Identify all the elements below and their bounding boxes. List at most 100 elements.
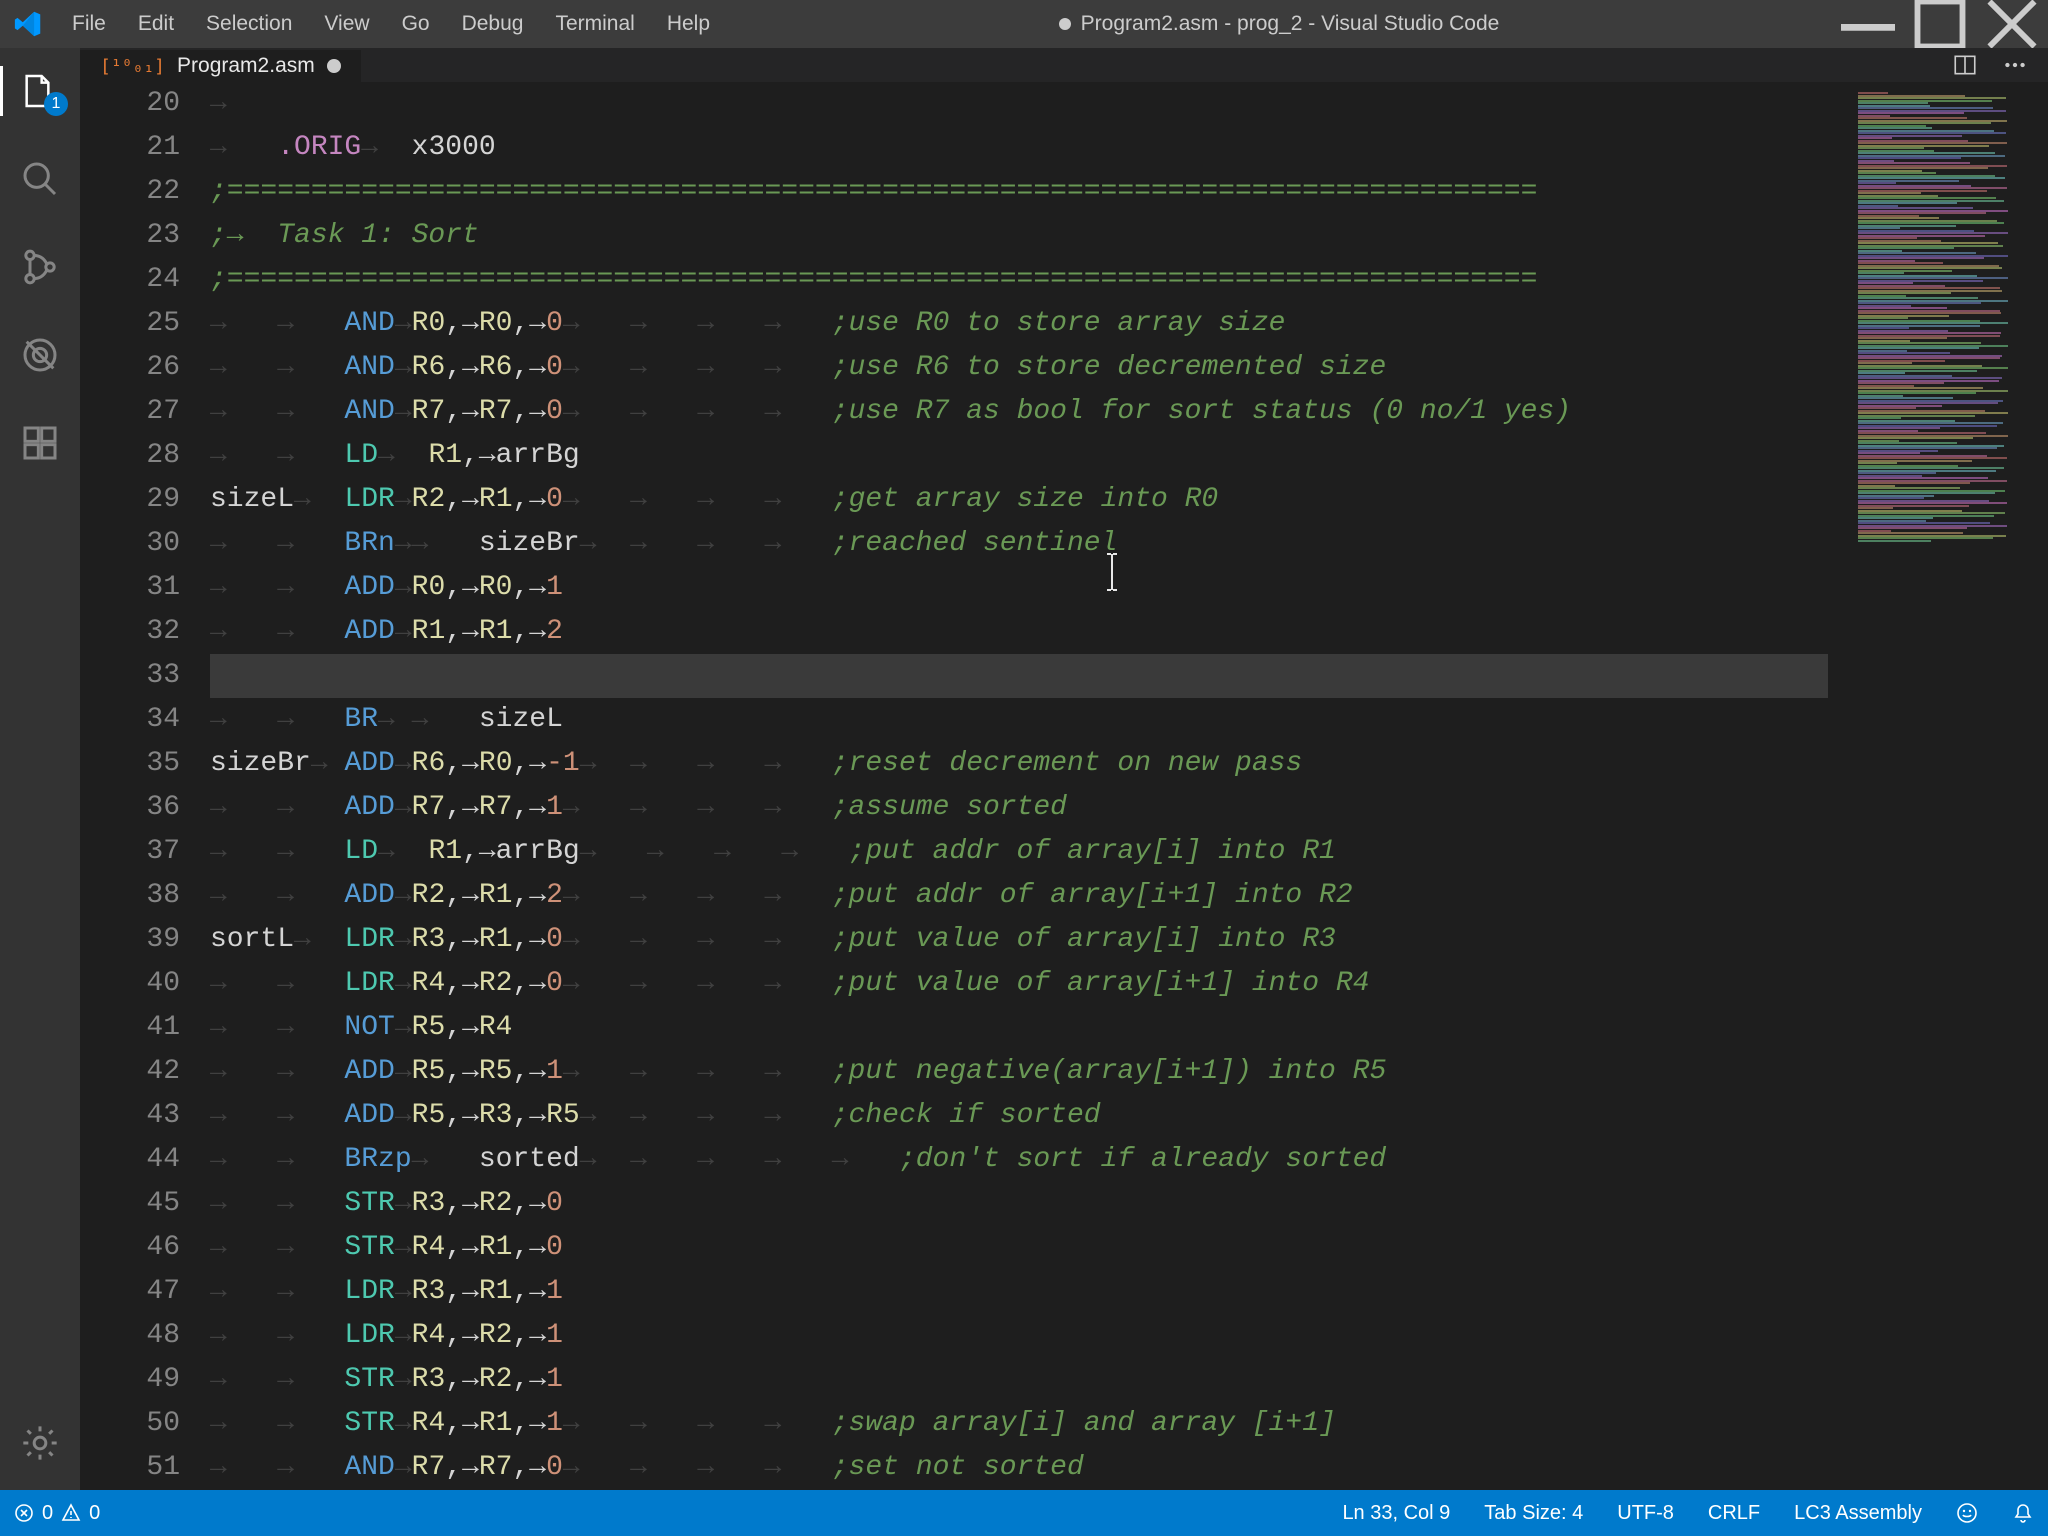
minimize-button[interactable] [1832,0,1904,48]
code-line[interactable]: → → BRn→→ sizeBr→ → → → ;reached sentine… [210,522,1828,566]
status-eol[interactable]: CRLF [1708,1502,1760,1525]
tab-filename: Program2.asm [177,54,315,78]
code-line[interactable]: → → AND→R0,→R0,→0→ → → → ;use R0 to stor… [210,302,1828,346]
line-number: 40 [80,962,180,1006]
line-number: 36 [80,786,180,830]
line-number: 27 [80,390,180,434]
status-encoding[interactable]: UTF-8 [1617,1502,1674,1525]
activity-debug[interactable] [0,324,80,386]
code-line[interactable]: → [210,82,1828,126]
status-indent[interactable]: Tab Size: 4 [1484,1502,1583,1525]
minimap[interactable] [1848,82,2048,1490]
status-lang[interactable]: LC3 Assembly [1794,1502,1922,1525]
line-number: 44 [80,1138,180,1182]
line-number: 28 [80,434,180,478]
status-bell-icon[interactable] [2012,1502,2034,1524]
activity-search[interactable] [0,148,80,210]
line-number: 24 [80,258,180,302]
line-number: 34 [80,698,180,742]
split-editor-icon[interactable] [1952,52,1978,78]
line-number: 20 [80,82,180,126]
maximize-button[interactable] [1904,0,1976,48]
code-line[interactable]: → → STR→R4,→R1,→0 [210,1226,1828,1270]
code-line[interactable]: → → LDR→R3,→R1,→1 [210,1270,1828,1314]
activity-scm[interactable] [0,236,80,298]
code-line[interactable]: → → STR→R4,→R1,→1→ → → → ;swap array[i] … [210,1402,1828,1446]
code-line[interactable]: → → LDR→R4,→R2,→1 [210,1314,1828,1358]
code-line[interactable]: sizeBr→ ADD→R6,→R0,→-1→ → → → ;reset dec… [210,742,1828,786]
tab-bar: [¹⁰₀₁] Program2.asm [80,48,2048,82]
code-line[interactable]: ;=======================================… [210,258,1828,302]
line-number: 29 [80,478,180,522]
asm-file-icon: [¹⁰₀₁] [100,56,165,77]
line-gutter: 2021222324252627282930313233343536373839… [80,82,210,1490]
line-number: 46 [80,1226,180,1270]
line-number: 22 [80,170,180,214]
line-number: 30 [80,522,180,566]
menu-debug[interactable]: Debug [446,0,540,48]
code-line[interactable]: ;=======================================… [210,170,1828,214]
editor-group: [¹⁰₀₁] Program2.asm 20212223242526272829… [80,48,2048,1490]
code-line[interactable]: → → ADD→R0,→R0,→1 [210,566,1828,610]
editor[interactable]: 2021222324252627282930313233343536373839… [80,82,2048,1490]
code-line[interactable]: → → ADD→R5,→R5,→1→ → → → ;put negative(a… [210,1050,1828,1094]
line-number: 41 [80,1006,180,1050]
line-number: 51 [80,1446,180,1490]
activity-explorer[interactable]: 1 [0,60,80,122]
error-icon [14,1503,34,1523]
line-number: 32 [80,610,180,654]
code-line[interactable]: → → LD→ R1,→arrBg→ → → → ;put addr of ar… [210,830,1828,874]
code-line[interactable]: → → BRzp→ sorted→ → → → → ;don't sort if… [210,1138,1828,1182]
warning-icon [61,1503,81,1523]
menu-file[interactable]: File [56,0,122,48]
line-number: 25 [80,302,180,346]
code-line[interactable]: sizeL→ LDR→R2,→R1,→0→ → → → ;get array s… [210,478,1828,522]
code-line[interactable]: → → ADD→R1,→R1,→2 [210,610,1828,654]
title-bar: File Edit Selection View Go Debug Termin… [0,0,2048,48]
code-line[interactable]: → → ADD→R2,→R1,→2→ → → → ;put addr of ar… [210,874,1828,918]
code-line[interactable]: → → NOT→R5,→R4 [210,1006,1828,1050]
code-line[interactable]: ;→ Task 1: Sort [210,214,1828,258]
code-line[interactable]: → → BR→ → sizeL [210,698,1828,742]
code-line[interactable]: → → AND→R6,→R6,→0→ → → → ;use R6 to stor… [210,346,1828,390]
more-actions-icon[interactable] [2002,52,2028,78]
code-line[interactable]: → → LD→ R1,→arrBg [210,434,1828,478]
code-line[interactable]: → → AND→R7,→R7,→0→ → → → ;set not sorted [210,1446,1828,1490]
line-number: 42 [80,1050,180,1094]
code-line[interactable]: → → ADD→R7,→R7,→1→ → → → ;assume sorted [210,786,1828,830]
code-line[interactable] [210,654,1828,698]
code-line[interactable]: → → STR→R3,→R2,→0 [210,1182,1828,1226]
code-line[interactable]: → → AND→R7,→R7,→0→ → → → ;use R7 as bool… [210,390,1828,434]
code-line[interactable]: → .ORIG→ x3000 [210,126,1828,170]
line-number: 35 [80,742,180,786]
close-button[interactable] [1976,0,2048,48]
menu-view[interactable]: View [308,0,385,48]
line-number: 37 [80,830,180,874]
dirty-indicator-icon [1059,18,1071,30]
code-line[interactable]: sortL→ LDR→R3,→R1,→0→ → → → ;put value o… [210,918,1828,962]
status-feedback-icon[interactable] [1956,1502,1978,1524]
code-line[interactable]: → → LDR→R4,→R2,→0→ → → → ;put value of a… [210,962,1828,1006]
code-line[interactable]: → → STR→R3,→R2,→1 [210,1358,1828,1402]
menu-go[interactable]: Go [386,0,446,48]
line-number: 33 [80,654,180,698]
activity-extensions[interactable] [0,412,80,474]
line-number: 45 [80,1182,180,1226]
code-line[interactable]: → → ADD→R5,→R3,→R5→ → → → ;check if sort… [210,1094,1828,1138]
code-area[interactable]: → → .ORIG→ x3000;=======================… [210,82,2048,1490]
menu-help[interactable]: Help [651,0,726,48]
menu-selection[interactable]: Selection [190,0,308,48]
tab-program2[interactable]: [¹⁰₀₁] Program2.asm [80,50,362,82]
status-bar: 0 0 Ln 33, Col 9 Tab Size: 4 UTF-8 CRLF … [0,1490,2048,1536]
line-number: 39 [80,918,180,962]
menu-edit[interactable]: Edit [122,0,190,48]
status-problems[interactable]: 0 0 [14,1502,100,1525]
activity-settings[interactable] [0,1412,80,1474]
line-number: 21 [80,126,180,170]
menu-terminal[interactable]: Terminal [539,0,650,48]
line-number: 38 [80,874,180,918]
status-cursor[interactable]: Ln 33, Col 9 [1342,1502,1450,1525]
line-number: 31 [80,566,180,610]
line-number: 43 [80,1094,180,1138]
explorer-badge: 1 [44,92,68,116]
